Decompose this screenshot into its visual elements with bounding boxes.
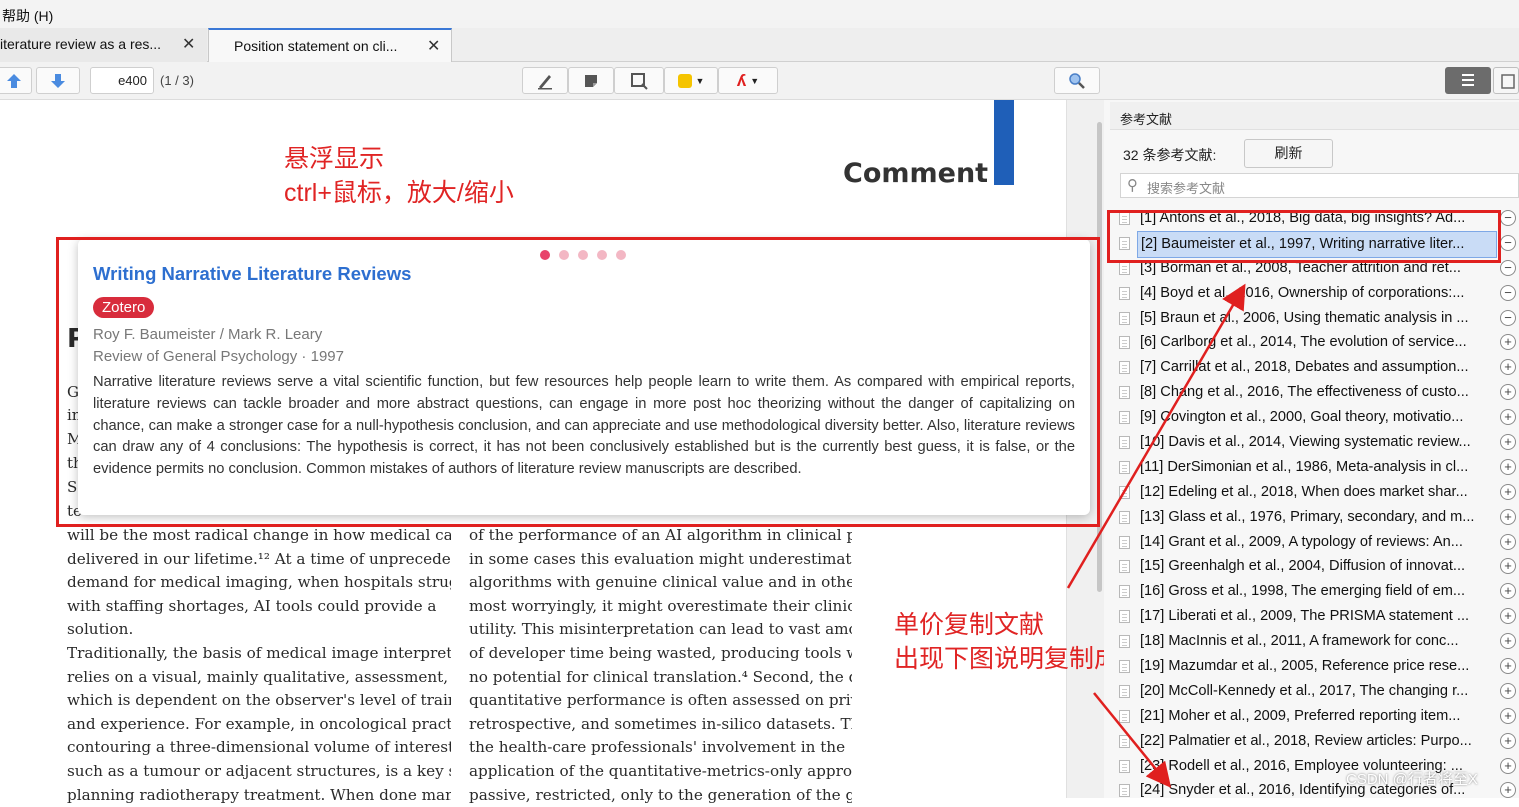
arrow-to-bottom (1093, 692, 1172, 788)
arrow-to-selected-reference (1066, 283, 1246, 589)
watermark: CSDN @行者将至X (1346, 771, 1478, 788)
annotation-arrows (1066, 283, 1246, 788)
